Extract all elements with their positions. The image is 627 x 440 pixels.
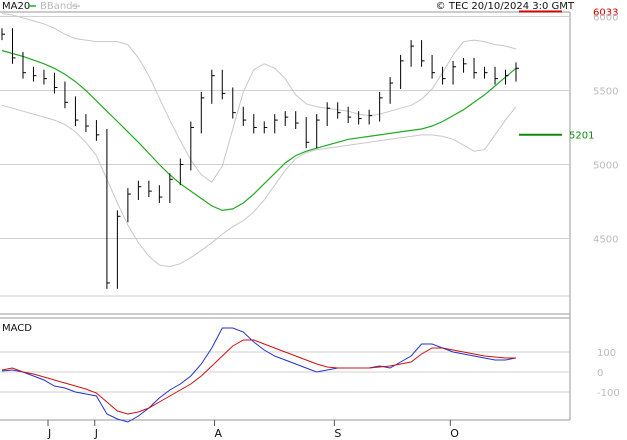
month-label: O xyxy=(450,427,459,440)
macd-y-tick-label: -100 xyxy=(597,388,620,399)
stock-chart: 60335201 6000 5500 5000 4500 100 0 -100 J J A S O M… xyxy=(0,1,620,440)
signal-line xyxy=(1,339,516,415)
source-timestamp: © TEC 20/10/2024 3:0 GMT xyxy=(436,1,575,12)
month-label: S xyxy=(334,427,341,440)
legend-ma20: MA20 xyxy=(2,1,30,12)
main-gridlines xyxy=(0,15,570,297)
macd-title: MACD xyxy=(2,323,32,334)
price-levels: 60335201 xyxy=(519,8,618,142)
support-label: 5201 xyxy=(569,131,594,142)
macd-y-tick-label: 0 xyxy=(597,368,603,379)
bband-lower-line xyxy=(1,104,517,268)
price-series xyxy=(1,13,519,289)
macd-y-tick-label: 100 xyxy=(597,348,616,359)
main-y-tick-label: 4500 xyxy=(593,235,618,246)
month-label: A xyxy=(215,427,223,440)
main-y-tick-label: 5000 xyxy=(593,160,618,171)
month-label: J xyxy=(94,427,98,440)
ma20-line xyxy=(1,49,517,212)
macd-series xyxy=(1,327,517,423)
month-label: J xyxy=(47,427,51,440)
axis-ticks: 6000 5500 5000 4500 100 0 -100 J J A S O xyxy=(47,12,620,440)
bband-upper-line xyxy=(1,13,517,183)
main-y-tick-label: 5500 xyxy=(593,86,618,97)
main-y-tick-label: 6000 xyxy=(593,12,618,23)
